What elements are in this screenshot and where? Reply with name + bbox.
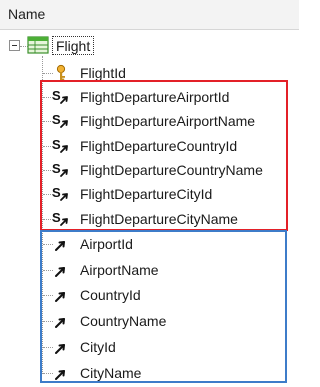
attribute-name: FlightDepartureCityName xyxy=(80,210,238,227)
subtype-attribute-icon: S xyxy=(52,137,70,155)
tree-item-inferred-attribute[interactable]: AirportName xyxy=(52,258,282,282)
attribute-name: FlightDepartureCityId xyxy=(80,186,213,203)
svg-text:S: S xyxy=(52,210,61,225)
inferred-attribute-icon xyxy=(52,364,70,382)
subtype-attribute-icon: S xyxy=(52,161,70,179)
svg-text:S: S xyxy=(52,185,61,200)
attribute-name: CityId xyxy=(80,338,116,355)
attribute-name: FlightDepartureCountryId xyxy=(80,137,238,154)
svg-text:S: S xyxy=(52,137,61,152)
tree-node-root[interactable]: Flight xyxy=(52,36,95,55)
tree-item-subtype-attribute[interactable]: S FlightDepartureAirportId xyxy=(52,85,282,109)
inferred-attribute-icon xyxy=(52,286,70,304)
column-header-name: Name xyxy=(8,6,46,22)
attribute-name: CountryName xyxy=(80,313,167,330)
table-transaction-icon xyxy=(27,36,49,54)
attribute-name: CityName xyxy=(80,364,142,381)
inferred-attribute-icon xyxy=(52,312,70,330)
tree-item-inferred-attribute[interactable]: CountryId xyxy=(52,283,282,307)
attribute-name: FlightDepartureAirportName xyxy=(80,113,256,130)
attribute-name: FlightDepartureAirportId xyxy=(80,89,230,105)
tree-item-subtype-attribute[interactable]: S FlightDepartureCountryName xyxy=(52,158,282,182)
svg-text:S: S xyxy=(52,161,61,176)
subtype-attribute-icon: S xyxy=(52,185,70,203)
tree-item-inferred-attribute[interactable]: CityId xyxy=(52,335,282,359)
attribute-name: AirportName xyxy=(80,261,159,278)
tree-item-inferred-attribute[interactable]: CityName xyxy=(52,361,282,385)
tree-item-subtype-attribute[interactable]: S FlightDepartureCityName xyxy=(52,207,282,231)
subtype-attribute-icon: S xyxy=(52,210,70,228)
inferred-attribute-icon xyxy=(52,235,70,253)
inferred-attribute-icon xyxy=(52,338,70,356)
tree-item-inferred-attribute[interactable]: CountryName xyxy=(52,309,282,333)
tree-item-subtype-attribute[interactable]: S FlightDepartureCountryId xyxy=(52,134,282,158)
inferred-attribute-icon xyxy=(52,261,70,279)
collapse-toggle[interactable] xyxy=(9,40,20,51)
tree-item-subtype-attribute[interactable]: S FlightDepartureAirportName xyxy=(52,109,282,133)
subtype-attribute-icon: S xyxy=(52,112,70,130)
tree-item-subtype-attribute[interactable]: S FlightDepartureCityId xyxy=(52,182,282,206)
attribute-name: AirportId xyxy=(80,236,133,252)
tree-item-inferred-attribute[interactable]: AirportId xyxy=(52,232,282,256)
attribute-name: FlightDepartureCountryName xyxy=(80,161,263,178)
subtype-attribute-icon: S xyxy=(52,88,70,106)
svg-text:S: S xyxy=(52,88,61,103)
svg-text:S: S xyxy=(52,112,61,127)
column-header[interactable]: Name xyxy=(0,0,299,30)
attribute-name: CountryId xyxy=(80,287,141,304)
